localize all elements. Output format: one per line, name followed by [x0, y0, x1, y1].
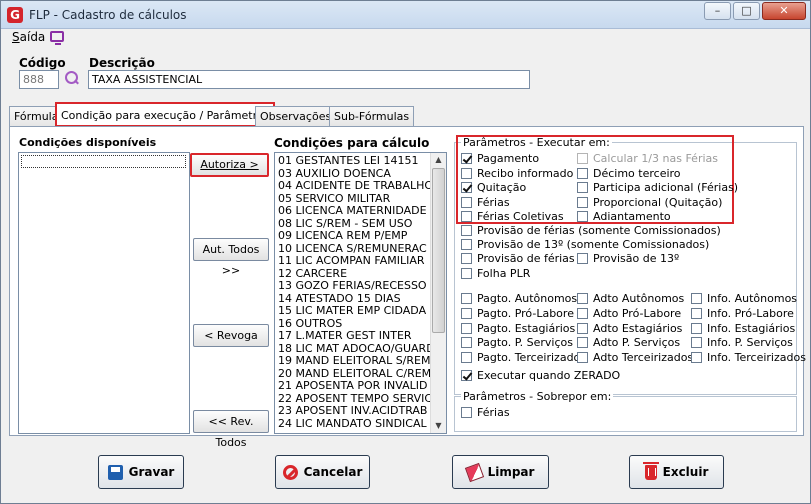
- param-col1-checkbox-3[interactable]: Férias: [461, 196, 510, 209]
- list-item[interactable]: 21 APOSENTA POR INVALID: [277, 380, 432, 393]
- param-col2-checkbox-0[interactable]: Calcular 1/3 nas Férias: [577, 152, 718, 165]
- codigo-label: Código: [19, 56, 66, 70]
- grid-checkbox-1-2[interactable]: Info. Pró-Labore: [691, 307, 794, 320]
- rev-todos-button[interactable]: << Rev. Todos: [193, 410, 269, 449]
- list-item[interactable]: 09 LICENCA REM P/EMP: [277, 230, 432, 243]
- list-item[interactable]: 12 CARCERE: [277, 268, 432, 281]
- calculo-items: 01 GESTANTES LEI 14151 03 AUXILIO DOENCA 0…: [277, 155, 432, 430]
- window-title: FLP - Cadastro de cálculos: [29, 8, 187, 22]
- revoga-button[interactable]: < Revoga: [193, 324, 269, 347]
- limpar-button[interactable]: Limpar: [452, 455, 549, 489]
- list-item[interactable]: 19 MAND ELEITORAL S/REM: [277, 355, 432, 368]
- list-item[interactable]: 11 LIC ACOMPAN FAMILIAR: [277, 255, 432, 268]
- param-col2-checkbox-2[interactable]: Participa adicional (Férias): [577, 181, 738, 194]
- param-col2-checkbox-4[interactable]: Adiantamento: [577, 210, 671, 223]
- grid-checkbox-0-2[interactable]: Info. Autônomos: [691, 292, 797, 305]
- monitor-icon[interactable]: [50, 31, 64, 45]
- list-item[interactable]: 01 GESTANTES LEI 14151: [277, 155, 432, 168]
- list-item[interactable]: 13 GOZO FERIAS/RECESSO: [277, 280, 432, 293]
- close-button[interactable]: ✕: [762, 2, 806, 20]
- provisao-13-checkbox[interactable]: Provisão de 13º: [577, 252, 679, 265]
- list-item[interactable]: 05 SERVICO MILITAR: [277, 193, 432, 206]
- cancel-icon: [282, 464, 298, 480]
- param-col1-checkbox-0[interactable]: Pagamento: [461, 152, 539, 165]
- list-item[interactable]: 06 LICENCA MATERNIDADE: [277, 205, 432, 218]
- save-icon: [107, 464, 123, 480]
- executar-zerado-checkbox[interactable]: Executar quando ZERADO: [461, 369, 620, 382]
- tab-sub-formulas[interactable]: Sub-Fórmulas: [329, 106, 415, 126]
- eraser-icon: [464, 462, 484, 482]
- list-item[interactable]: 23 APOSENT INV.ACIDTRAB: [277, 405, 432, 418]
- tab-observacoes[interactable]: Observações: [255, 106, 337, 126]
- grid-checkbox-2-0[interactable]: Pagto. Estagiários: [461, 322, 575, 335]
- sobrepor-title: Parâmetros - Sobrepor em:: [461, 390, 614, 403]
- cancelar-button[interactable]: Cancelar: [275, 455, 370, 489]
- app-logo-icon: G: [7, 7, 23, 23]
- trash-icon: [642, 461, 659, 480]
- calculo-title: Condições para cálculo: [274, 136, 430, 150]
- tab-panel: Condições disponíveis Autoriza > Aut. To…: [9, 126, 806, 449]
- grid-checkbox-3-1[interactable]: Adto P. Serviços: [577, 336, 680, 349]
- folha-plr-checkbox[interactable]: Folha PLR: [461, 267, 530, 280]
- sobrepor-ferias-checkbox[interactable]: Férias: [461, 406, 510, 419]
- list-item[interactable]: 15 LIC MATER EMP CIDADÃ: [277, 305, 432, 318]
- title-bar: G FLP - Cadastro de cálculos – □ ✕: [1, 1, 810, 29]
- codigo-field[interactable]: 888: [19, 70, 59, 89]
- grid-checkbox-3-2[interactable]: Info. P. Serviços: [691, 336, 793, 349]
- excluir-button[interactable]: Excluir: [629, 455, 724, 489]
- minimize-button[interactable]: –: [704, 2, 731, 20]
- grid-checkbox-0-1[interactable]: Adto Autônomos: [577, 292, 684, 305]
- grid-checkbox-0-0[interactable]: Pagto. Autônomos: [461, 292, 577, 305]
- list-item[interactable]: 17 L.MATER GEST INTER: [277, 330, 432, 343]
- list-item[interactable]: 20 MAND ELEITORAL C/REM: [277, 368, 432, 381]
- list-item[interactable]: 03 AUXILIO DOENCA: [277, 168, 432, 181]
- param-col1-checkbox-2[interactable]: Quitação: [461, 181, 526, 194]
- tab-condicao-parametros[interactable]: Condição para execução / Parâmetros: [55, 102, 276, 127]
- provisao-13-comissionados-checkbox[interactable]: Provisão de 13º (somente Comissionados): [461, 238, 709, 251]
- grid-checkbox-2-2[interactable]: Info. Estagiários: [691, 322, 795, 335]
- list-item[interactable]: 14 ATESTADO 15 DIAS: [277, 293, 432, 306]
- descricao-label: Descrição: [89, 56, 155, 70]
- gravar-button[interactable]: Gravar: [98, 455, 184, 489]
- param-col2-checkbox-1[interactable]: Décimo terceiro: [577, 167, 681, 180]
- list-item[interactable]: 16 OUTROS: [277, 318, 432, 331]
- list-item[interactable]: 04 ACIDENTE DE TRABALHO: [277, 180, 432, 193]
- grid-checkbox-4-0[interactable]: Pagto. Terceirizado: [461, 351, 580, 364]
- window-controls: – □ ✕: [704, 2, 806, 20]
- search-icon[interactable]: [65, 71, 79, 85]
- param-col2-checkbox-3[interactable]: Proporcional (Quitação): [577, 196, 722, 209]
- grid-checkbox-1-0[interactable]: Pagto. Pró-Labore: [461, 307, 574, 320]
- calculo-list[interactable]: 01 GESTANTES LEI 14151 03 AUXILIO DOENCA 0…: [274, 152, 447, 434]
- grid-checkbox-2-1[interactable]: Adto Estagiários: [577, 322, 682, 335]
- scroll-thumb[interactable]: [432, 168, 445, 333]
- grid-checkbox-1-1[interactable]: Adto Pró-Labore: [577, 307, 681, 320]
- list-item[interactable]: 24 LIC MANDATO SINDICAL: [277, 418, 432, 431]
- provisao-ferias-comissionados-checkbox[interactable]: Provisão de férias (somente Comissionado…: [461, 224, 721, 237]
- list-focus-row: [21, 155, 186, 168]
- disponiveis-list[interactable]: [18, 152, 190, 434]
- param-col1-checkbox-4[interactable]: Férias Coletivas: [461, 210, 564, 223]
- grid-checkbox-4-1[interactable]: Adto Terceirizados: [577, 351, 693, 364]
- maximize-button[interactable]: □: [733, 2, 760, 20]
- param-col1-checkbox-1[interactable]: Recibo informado: [461, 167, 573, 180]
- scroll-up-icon[interactable]: ▲: [431, 153, 446, 167]
- menu-bar: Saída: [1, 29, 810, 47]
- grid-checkbox-4-2[interactable]: Info. Terceirizados: [691, 351, 806, 364]
- main-window: G FLP - Cadastro de cálculos – □ ✕ Saída…: [0, 0, 811, 504]
- menu-saida[interactable]: Saída: [12, 30, 45, 44]
- grid-checkbox-3-0[interactable]: Pagto. P. Serviços: [461, 336, 573, 349]
- disponiveis-title: Condições disponíveis: [19, 136, 157, 149]
- autoriza-button[interactable]: Autoriza >: [190, 153, 269, 177]
- aut-todos-button[interactable]: Aut. Todos >>: [193, 238, 269, 277]
- list-item[interactable]: 08 LIC S/REM - SEM USO: [277, 218, 432, 231]
- scroll-down-icon[interactable]: ▼: [431, 419, 446, 433]
- list-item[interactable]: 10 LICENCA S/REMUNERAC: [277, 243, 432, 256]
- list-item[interactable]: 18 LIC MAT ADOCAO/GUARD: [277, 343, 432, 356]
- list-item[interactable]: 22 APOSENT TEMPO SERVIC: [277, 393, 432, 406]
- descricao-field[interactable]: TAXA ASSISTENCIAL: [88, 70, 530, 89]
- calculo-scrollbar[interactable]: ▲ ▼: [430, 153, 446, 433]
- provisao-ferias-checkbox[interactable]: Provisão de férias: [461, 252, 575, 265]
